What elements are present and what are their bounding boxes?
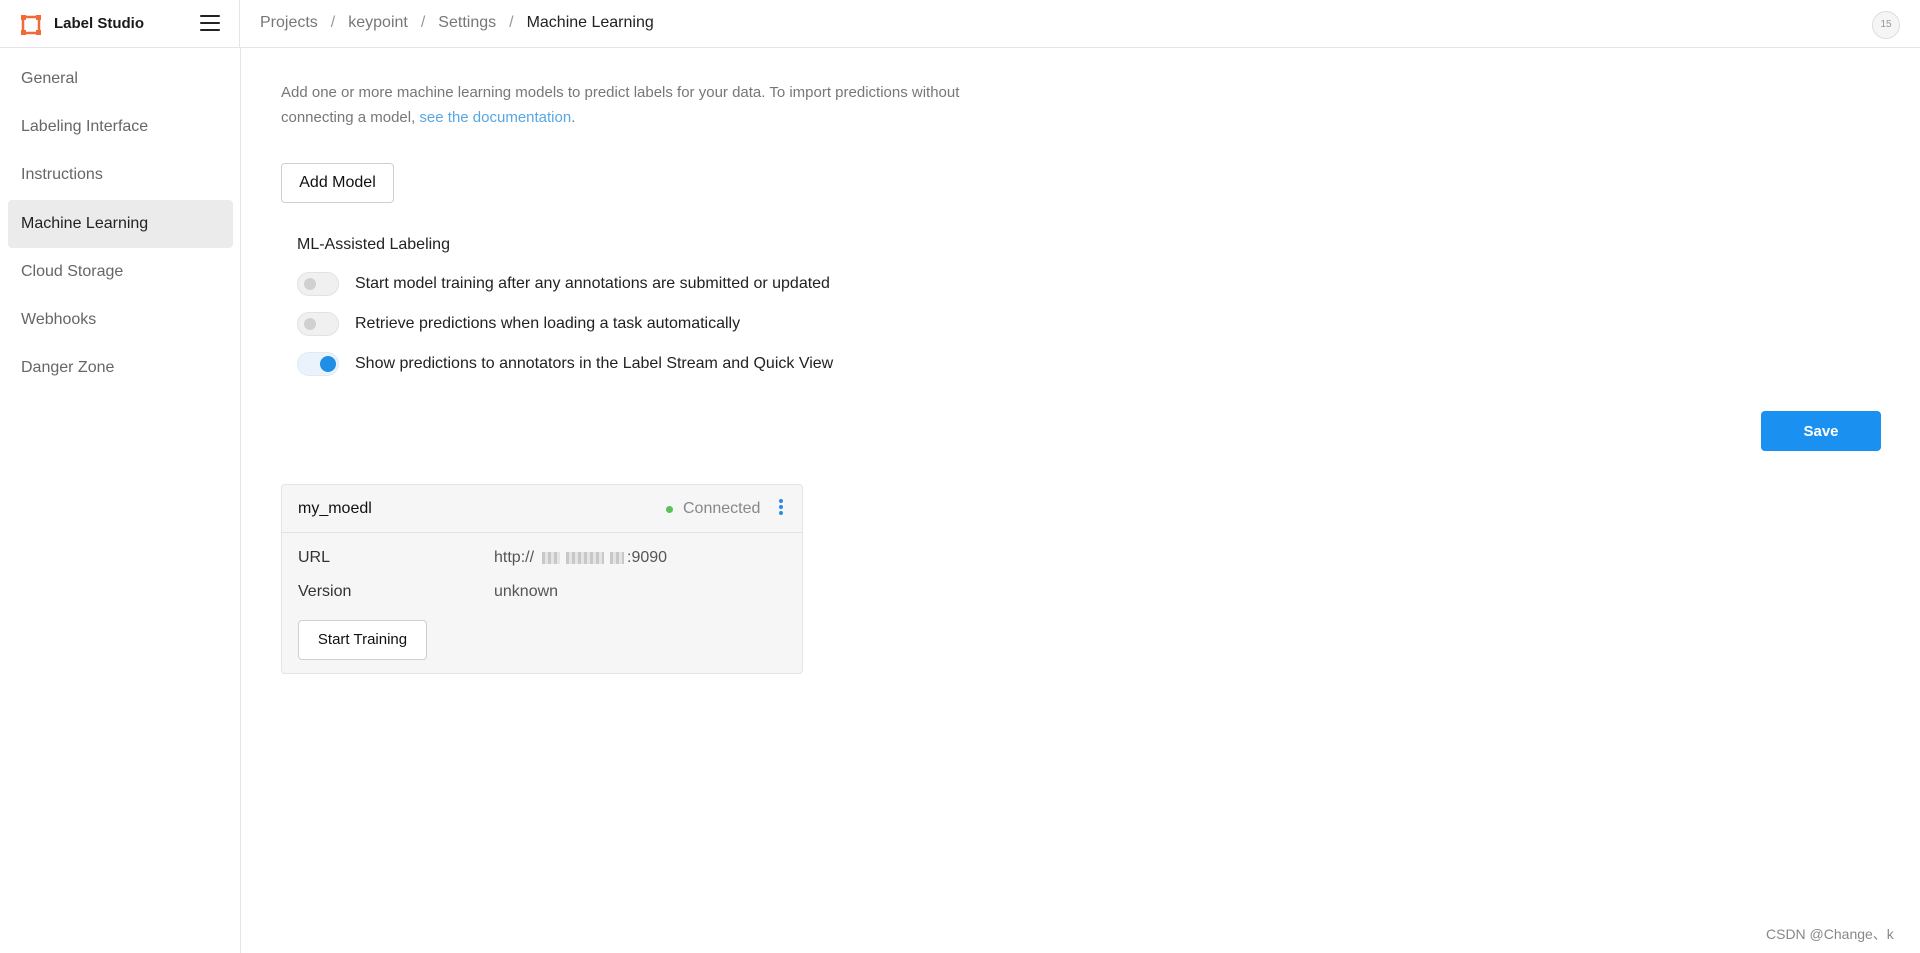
toggle-label: Start model training after any annotatio… — [355, 275, 830, 292]
ml-assisted-heading: ML-Assisted Labeling — [297, 236, 450, 253]
toggle-row-start-training: Start model training after any annotatio… — [297, 270, 830, 298]
breadcrumb-current: Machine Learning — [526, 14, 654, 31]
breadcrumb-separator: / — [509, 14, 514, 31]
toggle-knob — [304, 318, 316, 330]
connection-status: Connected — [666, 500, 760, 518]
description-end: . — [571, 109, 576, 126]
version-key: Version — [298, 583, 352, 600]
version-value: unknown — [494, 583, 559, 600]
url-prefix: http:// — [494, 549, 535, 566]
sidebar-item-webhooks[interactable]: Webhooks — [8, 296, 233, 344]
retrieve-predictions-toggle[interactable] — [297, 312, 339, 336]
add-model-button[interactable]: Add Model — [281, 163, 394, 203]
status-label: Connected — [683, 500, 761, 517]
redacted-host-block — [542, 552, 561, 564]
breadcrumb: Projects / keypoint / Settings / Machine… — [260, 14, 654, 32]
settings-sidebar: General Labeling Interface Instructions … — [0, 48, 241, 953]
redacted-host-block — [610, 552, 625, 564]
sidebar-item-instructions[interactable]: Instructions — [8, 151, 233, 199]
sidebar-item-machine-learning[interactable]: Machine Learning — [8, 200, 233, 248]
description-text: Add one or more machine learning models … — [281, 84, 960, 126]
save-button[interactable]: Save — [1761, 411, 1881, 451]
breadcrumb-settings[interactable]: Settings — [438, 14, 496, 32]
toggle-knob — [304, 278, 316, 290]
sidebar-item-general[interactable]: General — [8, 55, 233, 103]
toggle-label: Retrieve predictions when loading a task… — [355, 315, 741, 332]
label-studio-logo-icon[interactable] — [20, 14, 42, 36]
toggle-row-show-predictions: Show predictions to annotators in the La… — [297, 350, 833, 378]
model-card-header: my_moedl Connected — [282, 485, 802, 533]
url-value: http:// :9090 — [494, 549, 667, 567]
breadcrumb-separator: / — [330, 14, 336, 31]
app-name: Label Studio — [54, 15, 144, 32]
watermark: CSDN @Change、k — [1766, 926, 1894, 942]
toggle-knob — [320, 356, 336, 372]
toggle-label: Show predictions to annotators in the La… — [355, 355, 834, 372]
url-suffix: :9090 — [627, 549, 668, 566]
status-dot-icon — [666, 505, 673, 513]
model-card: my_moedl Connected URL http:// :9090 Ver… — [281, 484, 803, 674]
start-training-toggle[interactable] — [297, 272, 339, 296]
ml-description: Add one or more machine learning models … — [281, 80, 1001, 130]
menu-icon[interactable] — [200, 15, 220, 33]
model-name: my_moedl — [298, 500, 372, 517]
documentation-link[interactable]: see the documentation — [419, 109, 571, 126]
start-training-button[interactable]: Start Training — [298, 620, 427, 660]
sidebar-item-danger-zone[interactable]: Danger Zone — [8, 344, 233, 392]
url-key: URL — [298, 549, 331, 566]
brand-area: Label Studio — [0, 0, 240, 48]
main-content: Add one or more machine learning models … — [241, 48, 1920, 953]
more-options-icon[interactable] — [776, 499, 786, 519]
breadcrumb-project[interactable]: keypoint — [348, 14, 408, 32]
user-avatar[interactable]: 15 — [1872, 11, 1900, 39]
breadcrumb-separator: / — [420, 14, 426, 31]
toggle-row-retrieve-predictions: Retrieve predictions when loading a task… — [297, 310, 740, 338]
top-bar: Label Studio Projects / keypoint / Setti… — [0, 0, 1920, 48]
breadcrumb-projects[interactable]: Projects — [260, 14, 318, 32]
sidebar-item-labeling-interface[interactable]: Labeling Interface — [8, 103, 233, 151]
sidebar-item-cloud-storage[interactable]: Cloud Storage — [8, 248, 233, 296]
redacted-host-block — [566, 552, 605, 564]
show-predictions-toggle[interactable] — [297, 352, 339, 376]
